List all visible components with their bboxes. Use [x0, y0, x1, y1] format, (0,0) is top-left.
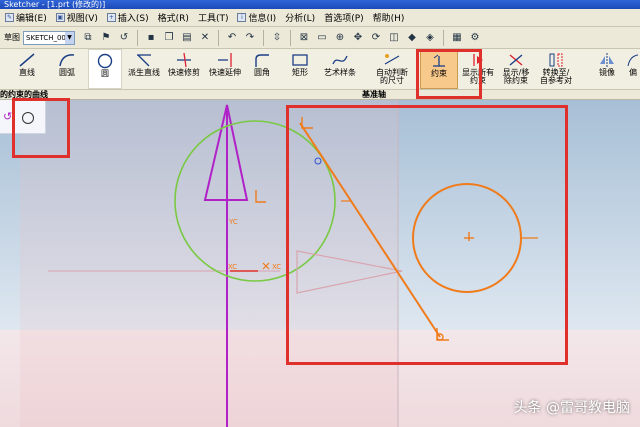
tool-fillet[interactable]: 圆角 — [247, 49, 277, 89]
xc-axis-label: XC — [228, 263, 238, 271]
highlight-box-palette — [12, 98, 70, 158]
menu-insert[interactable]: + 插入(S) — [104, 11, 155, 24]
rectangle-icon — [292, 54, 308, 66]
toolbar-divider — [263, 29, 264, 46]
remove-constraints-icon — [509, 54, 523, 66]
perspective-icon[interactable]: ◫ — [386, 30, 402, 46]
save-icon[interactable]: ▪ — [143, 30, 159, 46]
chevron-down-icon: ▼ — [65, 31, 74, 44]
line-icon — [19, 53, 35, 67]
layer-settings-icon[interactable]: ▦ — [449, 30, 465, 46]
menu-analysis[interactable]: 分析(L) — [282, 11, 321, 24]
tool-mirror[interactable]: 镜像 — [592, 49, 622, 89]
quick-extend-icon — [218, 53, 232, 67]
menu-bar: ✎ 编辑(E) ▣ 视图(V) + 插入(S) 格式(R) 工具(T) i 信息(I) … — [0, 9, 640, 27]
tool-rectangle[interactable]: 矩形 — [285, 49, 315, 89]
tool-circle[interactable]: 圆 — [88, 49, 122, 89]
paste-icon[interactable]: ▤ — [179, 30, 195, 46]
pan-icon[interactable]: ✥ — [350, 30, 366, 46]
insert-menu-icon: + — [106, 13, 116, 22]
menu-format[interactable]: 格式(R) — [155, 11, 195, 24]
tool-studio-spline[interactable]: 艺术样条 — [320, 49, 360, 89]
tool-show-remove-constraints[interactable]: 显示/移 除约束 — [498, 49, 534, 89]
redo-icon[interactable]: ↷ — [242, 30, 258, 46]
reattach-icon[interactable]: ↺ — [116, 30, 132, 46]
tool-quick-trim[interactable]: 快速修剪 — [164, 49, 204, 89]
convert-reference-icon — [549, 53, 563, 67]
status-row: 的约束的曲线 基准轴 — [0, 90, 640, 100]
tool-arc[interactable]: 圆弧 — [50, 49, 84, 89]
derived-line-icon — [137, 54, 151, 67]
mirror-icon — [600, 53, 614, 67]
edit-menu-icon: ✎ — [5, 13, 14, 22]
info-menu-icon: i — [237, 13, 247, 22]
toolbar-divider — [443, 29, 444, 46]
yc-label: YC — [229, 218, 238, 226]
undo-icon[interactable]: ↶ — [224, 30, 240, 46]
sketch-orient-icon[interactable]: ⧉ — [80, 30, 96, 46]
offset-icon — [627, 54, 639, 67]
menu-edit[interactable]: ✎ 编辑(E) — [2, 11, 53, 24]
sketch-name-select[interactable]: SKETCH_000 ▼ — [23, 30, 75, 45]
menu-view[interactable]: ▣ 视图(V) — [53, 11, 104, 24]
fillet-icon — [255, 54, 269, 67]
rotate-icon[interactable]: ⟳ — [368, 30, 384, 46]
select-filter-icon[interactable]: ⇳ — [269, 30, 285, 46]
dimension-icon — [384, 54, 400, 65]
menu-preferences[interactable]: 首选项(P) — [321, 11, 369, 24]
sketch-label: 草图 — [4, 33, 20, 42]
zoom-window-icon[interactable]: ▭ — [314, 30, 330, 46]
shaded-view-icon[interactable]: ◆ — [404, 30, 420, 46]
tool-offset[interactable]: 偏 — [626, 49, 640, 89]
highlight-box-constraint-tool — [416, 49, 482, 99]
finish-sketch-icon[interactable]: ⚑ — [98, 30, 114, 46]
status-center-label: 基准轴 — [362, 90, 386, 99]
sketch-tools-toolbar: 直线 圆弧 圆 派生直线 快速修剪 快速延伸 圆角 矩形 艺术样条 自动判断 的… — [0, 49, 640, 90]
window-title: Sketcher - [1.prt (修改的)] — [0, 0, 640, 9]
constraint-symbol — [255, 190, 266, 203]
fit-view-icon[interactable]: ⊠ — [296, 30, 312, 46]
toolbar-divider — [290, 29, 291, 46]
menu-help[interactable]: 帮助(H) — [370, 11, 411, 24]
tool-inferred-dimension[interactable]: 自动判断 的尺寸 — [372, 49, 412, 89]
tool-derived-line[interactable]: 派生直线 — [124, 49, 164, 89]
tool-line[interactable]: 直线 — [10, 49, 44, 89]
tool-convert-reference[interactable]: 转换至/ 自参考对 — [536, 49, 576, 89]
arc-icon — [59, 54, 75, 67]
xc-right-label: XC — [272, 263, 282, 271]
menu-info[interactable]: i 信息(I) — [234, 11, 282, 24]
tool-quick-extend[interactable]: 快速延伸 — [205, 49, 245, 89]
standard-toolbar: 草图 SKETCH_000 ▼ ⧉ ⚑ ↺ ▪ ❐ ▤ ✕ ↶ ↷ ⇳ ⊠ ▭ ⊕… — [0, 27, 640, 49]
circle-icon — [97, 53, 113, 69]
render-style-icon[interactable]: ◈ — [422, 30, 438, 46]
settings-icon[interactable]: ⚙ — [467, 30, 483, 46]
highlight-box-sketch — [286, 105, 568, 365]
watermark: 头条 @雷哥教电脑 — [513, 400, 630, 416]
toolbar-divider — [137, 29, 138, 46]
menu-tools[interactable]: 工具(T) — [195, 11, 235, 24]
toolbar-divider — [218, 29, 219, 46]
copy-icon[interactable]: ❐ — [161, 30, 177, 46]
view-menu-icon: ▣ — [55, 13, 65, 22]
spline-icon — [332, 55, 348, 65]
quick-trim-icon — [177, 52, 191, 68]
zoom-icon[interactable]: ⊕ — [332, 30, 348, 46]
curve-filter-icon[interactable]: ↺ — [3, 110, 12, 123]
delete-icon[interactable]: ✕ — [197, 30, 213, 46]
